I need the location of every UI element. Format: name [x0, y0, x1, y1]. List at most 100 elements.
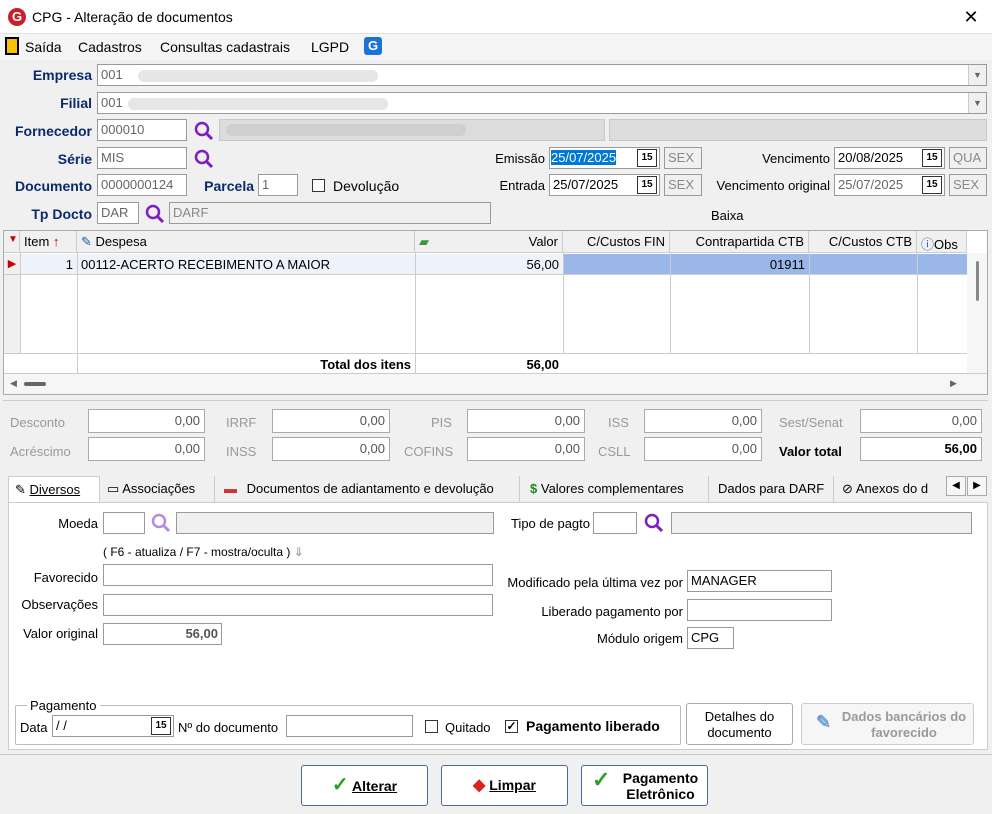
app-icon[interactable]: G	[364, 37, 382, 55]
menu-cadastros[interactable]: Cadastros	[78, 39, 142, 55]
window-icon: ▭	[107, 481, 120, 496]
quitado-checkbox[interactable]	[425, 720, 438, 733]
arrow-down-icon: ⇓	[293, 545, 304, 559]
modificado-label: Modificado pela última vez por	[507, 575, 683, 590]
favorecido-input[interactable]	[103, 564, 493, 586]
entrada-label: Entrada	[499, 178, 545, 193]
transfer-icon: ▬	[224, 481, 237, 496]
menu-saida[interactable]: Saída	[25, 39, 62, 55]
search-icon[interactable]	[193, 120, 215, 142]
dados-bancarios-button[interactable]: ✎ Dados bancários do favorecido	[801, 703, 974, 745]
observacoes-label: Observações	[21, 597, 98, 612]
tab-valores-complementares[interactable]: $ Valores complementares	[524, 476, 709, 502]
calendar-icon[interactable]: 15	[922, 176, 942, 194]
fornecedor-doc	[609, 119, 987, 141]
total-items-value: 56,00	[526, 357, 559, 372]
vencimento-day: QUA	[949, 147, 987, 169]
desconto-input[interactable]: 0,00	[88, 409, 205, 433]
observacoes-input[interactable]	[103, 594, 493, 616]
search-icon[interactable]	[643, 512, 665, 534]
documento-input[interactable]: 0000000124	[97, 174, 187, 196]
detalhes-button[interactable]: Detalhes do documento	[686, 703, 793, 745]
tipopagto-label: Tipo de pagto	[510, 516, 590, 531]
modulo-input: CPG	[687, 627, 734, 649]
tab-associacoes[interactable]: ▭ Associações	[101, 476, 215, 502]
tab-darf[interactable]: Dados para DARF	[712, 476, 834, 502]
parcela-input[interactable]: 1	[258, 174, 298, 196]
grid-hscroll[interactable]: ◀ ▶	[4, 374, 987, 394]
close-icon[interactable]: ✕	[956, 4, 986, 30]
grid-vscroll[interactable]	[967, 253, 987, 373]
calendar-icon[interactable]: 15	[151, 717, 171, 735]
ndoc-input[interactable]	[286, 715, 413, 737]
modulo-label: Módulo origem	[597, 631, 683, 646]
menu-lgpd[interactable]: LGPD	[311, 39, 349, 55]
moeda-input[interactable]	[103, 512, 145, 534]
grid-header-ccfin[interactable]: C/Custos FIN	[563, 231, 670, 253]
fornecedor-input[interactable]: 000010	[97, 119, 187, 141]
limpar-button[interactable]: ◆ Limpar	[441, 765, 568, 806]
items-grid[interactable]: ▼ Item ↑ ✎ Despesa ▰ Valor C/Custos FIN C…	[3, 230, 988, 395]
calendar-icon[interactable]: 15	[637, 149, 657, 167]
fornecedor-label: Fornecedor	[14, 123, 92, 139]
chevron-down-icon[interactable]: ▼	[968, 65, 986, 85]
grid-header-contrapartida[interactable]: Contrapartida CTB	[670, 231, 809, 253]
pagamento-legend: Pagamento	[27, 698, 100, 713]
pagamento-eletronico-button[interactable]: ✓ Pagamento Eletrônico	[581, 765, 708, 806]
cell-valor: 56,00	[526, 257, 559, 272]
acrescimo-label: Acréscimo	[10, 444, 71, 459]
tpdocto-input[interactable]: DAR	[97, 202, 139, 224]
filial-select[interactable]: 001 ▼	[97, 92, 987, 114]
modificado-input: MANAGER	[687, 570, 832, 592]
cell-item: 1	[65, 257, 73, 272]
filial-label: Filial	[60, 95, 92, 111]
tipopagto-input[interactable]	[593, 512, 637, 534]
pencil-icon: ✎	[816, 712, 832, 732]
moeda-label: Moeda	[58, 516, 98, 531]
pis-input[interactable]: 0,00	[467, 409, 585, 433]
grid-header-valor[interactable]: Valor	[529, 234, 558, 249]
grid-header-obs[interactable]: Obs	[934, 237, 958, 252]
fornecedor-name	[219, 119, 605, 141]
tab-bar: ✎ Diversos ▭ Associações ▬ Documentos de…	[0, 472, 992, 502]
check-icon: ✓	[331, 774, 349, 796]
tab-adiantamento[interactable]: ▬ Documentos de adiantamento e devolução	[218, 476, 520, 502]
calendar-icon[interactable]: 15	[637, 176, 657, 194]
valororiginal-input: 56,00	[103, 623, 222, 645]
pagamento-liberado-label: Pagamento liberado	[526, 718, 660, 734]
tab-scroll-left-icon[interactable]: ◀	[946, 476, 966, 496]
search-icon[interactable]	[150, 512, 172, 534]
iss-input[interactable]: 0,00	[644, 409, 762, 433]
hint-text: ( F6 - atualiza / F7 - mostra/oculta ) ⇓	[103, 545, 304, 559]
sest-input[interactable]: 0,00	[860, 409, 982, 433]
vencorig-label: Vencimento original	[716, 178, 830, 193]
title-bar: G CPG - Alteração de documentos ✕	[0, 0, 992, 34]
csll-input[interactable]: 0,00	[644, 437, 762, 461]
menu-consultas[interactable]: Consultas cadastrais	[160, 39, 290, 55]
tab-diversos[interactable]: ✎ Diversos	[8, 476, 100, 502]
devolucao-checkbox[interactable]	[312, 179, 325, 192]
cofins-label: COFINS	[404, 444, 454, 459]
empresa-select[interactable]: 001 ▼	[97, 64, 987, 86]
total-items-label: Total dos itens	[320, 357, 411, 372]
grid-header-item[interactable]: Item	[24, 234, 49, 249]
scroll-right-icon[interactable]: ▶	[950, 378, 957, 389]
search-icon[interactable]	[144, 203, 166, 225]
chevron-down-icon[interactable]: ▼	[968, 93, 986, 113]
search-icon[interactable]	[193, 148, 215, 170]
irrf-input[interactable]: 0,00	[272, 409, 390, 433]
serie-input[interactable]: MIS	[97, 147, 187, 169]
pagamento-liberado-checkbox[interactable]: ✓	[505, 720, 518, 733]
inss-input[interactable]: 0,00	[272, 437, 390, 461]
tab-scroll-right-icon[interactable]: ▶	[967, 476, 987, 496]
acrescimo-input[interactable]: 0,00	[88, 437, 205, 461]
tab-anexos[interactable]: ⊘ Anexos do d	[836, 476, 946, 502]
scroll-left-icon[interactable]: ◀	[10, 378, 17, 389]
documento-label: Documento	[15, 178, 92, 194]
grid-header-ccctb[interactable]: C/Custos CTB	[809, 231, 917, 253]
grid-header-despesa[interactable]: Despesa	[96, 234, 147, 249]
exit-icon[interactable]	[5, 37, 19, 55]
alterar-button[interactable]: ✓ Alterar	[301, 765, 428, 806]
cofins-input[interactable]: 0,00	[467, 437, 585, 461]
calendar-icon[interactable]: 15	[922, 149, 942, 167]
